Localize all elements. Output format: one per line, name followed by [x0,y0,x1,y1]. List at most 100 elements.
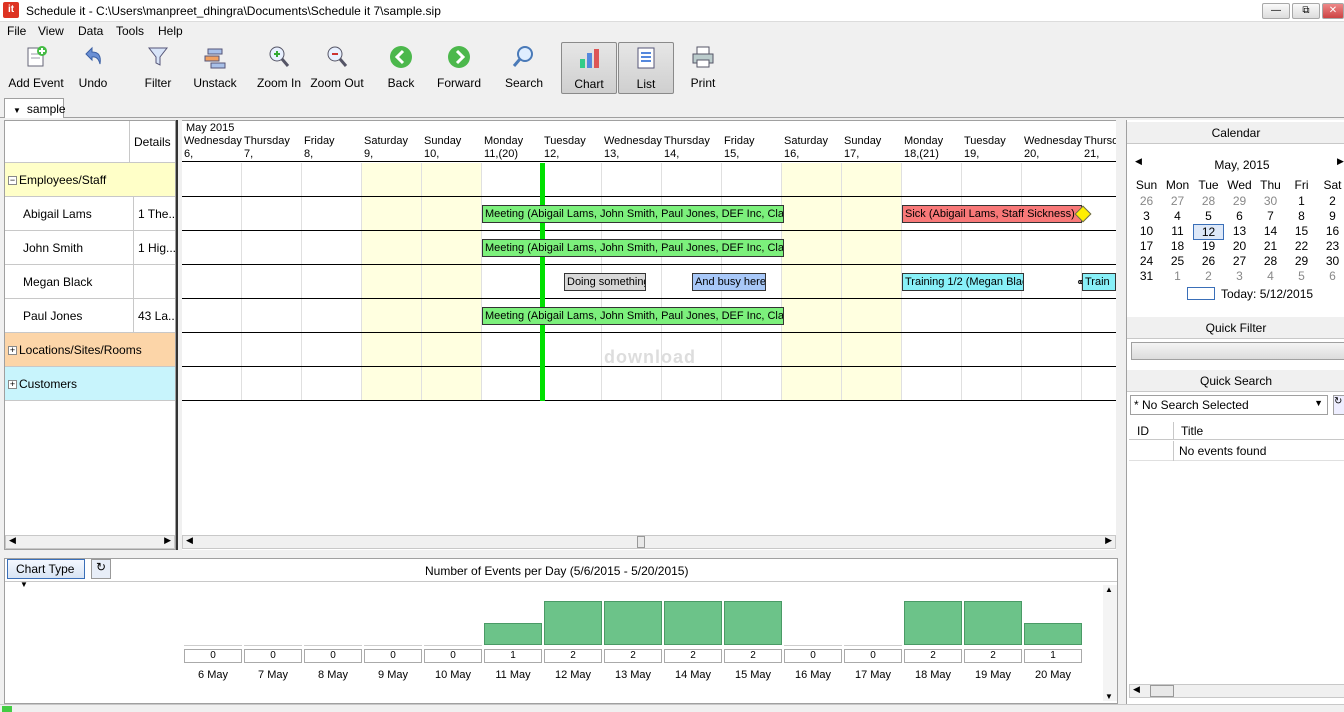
event-sick[interactable]: Sick (Abigail Lams, Staff Sickness) [902,205,1082,223]
minimize-button[interactable]: — [1262,3,1290,19]
scroll-up-icon[interactable]: ▲ [1105,585,1113,594]
collapse-icon[interactable]: − [8,176,17,185]
calendar-day[interactable]: 2 [1193,269,1224,283]
undo-button[interactable]: Undo [72,42,114,94]
event-doing-something[interactable]: Doing something [564,273,646,291]
filter-button[interactable]: Filter [138,42,178,94]
today-label[interactable]: Today: 5/12/2015 [1221,287,1313,301]
event-meeting[interactable]: Meeting (Abigail Lams, John Smith, Paul … [482,205,784,223]
calendar-day[interactable]: 15 [1286,224,1317,238]
event-meeting[interactable]: Meeting (Abigail Lams, John Smith, Paul … [482,307,784,325]
scroll-left-icon[interactable]: ◀ [1133,684,1140,695]
scroll-left-icon[interactable]: ◀ [9,535,16,546]
expand-icon[interactable]: + [8,346,17,355]
calendar-day[interactable]: 1 [1286,194,1317,208]
timeline-horizontal-scrollbar[interactable]: ◀ ▶ [182,535,1116,549]
event-training-2[interactable]: Train [1082,273,1116,291]
event-meeting[interactable]: Meeting (Abigail Lams, John Smith, Paul … [482,239,784,257]
calendar-day[interactable]: 27 [1224,254,1255,268]
search-refresh-icon[interactable]: ↻ [1333,395,1344,415]
calendar-day[interactable]: 4 [1255,269,1286,283]
prev-month-icon[interactable]: ◀ [1135,156,1142,167]
calendar-day[interactable]: 21 [1255,239,1286,253]
calendar-day[interactable]: 24 [1131,254,1162,268]
calendar-day[interactable]: 9 [1317,209,1344,223]
scroll-right-icon[interactable]: ▶ [1105,535,1112,546]
quick-search-select[interactable]: * No Search Selected ▼ [1130,395,1328,415]
calendar-day[interactable]: 2 [1317,194,1344,208]
calendar-day[interactable]: 26 [1193,254,1224,268]
calendar-day[interactable]: 25 [1162,254,1193,268]
calendar-day[interactable]: 17 [1131,239,1162,253]
calendar-day[interactable]: 8 [1286,209,1317,223]
calendar-day[interactable]: 23 [1317,239,1344,253]
timeline-row-employees-staff[interactable] [182,163,1116,197]
menu-data[interactable]: Data [78,24,103,38]
calendar-day[interactable]: 12 [1193,224,1224,240]
calendar-day[interactable]: 26 [1131,194,1162,208]
next-month-icon[interactable]: ▶ [1337,156,1344,167]
calendar-day[interactable]: 6 [1224,209,1255,223]
event-training[interactable]: Training 1/2 (Megan Black [902,273,1024,291]
timeline-row-customers[interactable] [182,367,1116,401]
quick-filter-box[interactable] [1131,342,1344,360]
calendar-day[interactable]: 6 [1317,269,1344,283]
calendar-day[interactable]: 10 [1131,224,1162,238]
resource-row-megan-black[interactable]: Megan Black [5,265,175,299]
calendar-day[interactable]: 5 [1193,209,1224,223]
calendar-day[interactable]: 27 [1162,194,1193,208]
calendar-day[interactable]: 7 [1255,209,1286,223]
scroll-right-icon[interactable]: ▶ [164,535,171,546]
calendar-day[interactable]: 14 [1255,224,1286,238]
scroll-left-icon[interactable]: ◀ [186,535,193,546]
calendar-day[interactable]: 22 [1286,239,1317,253]
scroll-down-icon[interactable]: ▼ [1105,692,1113,701]
calendar-day[interactable]: 29 [1286,254,1317,268]
scroll-thumb[interactable] [1150,685,1174,697]
add-event-button[interactable]: Add Event [6,42,66,94]
results-horizontal-scrollbar[interactable]: ◀ [1129,684,1344,698]
grid-horizontal-scrollbar[interactable]: ◀ ▶ [5,535,175,549]
calendar-day[interactable]: 30 [1255,194,1286,208]
forward-button[interactable]: Forward [434,42,484,94]
close-button[interactable]: ✕ [1322,3,1344,19]
calendar-day[interactable]: 19 [1193,239,1224,253]
list-button[interactable]: List [618,42,674,94]
calendar-day[interactable]: 28 [1193,194,1224,208]
calendar-day[interactable]: 20 [1224,239,1255,253]
calendar-day[interactable]: 18 [1162,239,1193,253]
search-button[interactable]: Search [500,42,548,94]
group-employees-staff[interactable]: − Employees/Staff [5,163,175,197]
menu-tools[interactable]: Tools [116,24,144,38]
calendar-day[interactable]: 29 [1224,194,1255,208]
chart-vertical-scrollbar[interactable]: ▲ ▼ [1103,585,1117,701]
calendar-day[interactable]: 11 [1162,224,1193,238]
column-id[interactable]: ID [1137,424,1149,438]
group-customers[interactable]: + Customers [5,367,175,401]
calendar-day[interactable]: 4 [1162,209,1193,223]
calendar-day[interactable]: 5 [1286,269,1317,283]
column-title[interactable]: Title [1181,424,1203,438]
calendar-day[interactable]: 28 [1255,254,1286,268]
zoom-out-button[interactable]: Zoom Out [310,42,364,94]
calendar-day[interactable]: 1 [1162,269,1193,283]
chart-button[interactable]: Chart [561,42,617,94]
back-button[interactable]: Back [380,42,422,94]
group-locations-sites-rooms[interactable]: + Locations/Sites/Rooms [5,333,175,367]
unstack-button[interactable]: Unstack [190,42,240,94]
expand-icon[interactable]: + [8,380,17,389]
details-column-header[interactable]: Details [129,121,175,163]
event-busy[interactable]: And busy here [692,273,766,291]
maximize-button[interactable]: ⧉ [1292,3,1320,19]
resource-row-abigail-lams[interactable]: Abigail Lams 1 The... [5,197,175,231]
menu-help[interactable]: Help [158,24,183,38]
menu-file[interactable]: File [7,24,26,38]
calendar-day[interactable]: 3 [1224,269,1255,283]
calendar-day[interactable]: 16 [1317,224,1344,238]
calendar-day[interactable]: 3 [1131,209,1162,223]
tab-sample[interactable]: ▼ sample [4,98,66,118]
calendar-day[interactable]: 13 [1224,224,1255,238]
calendar-day[interactable]: 31 [1131,269,1162,283]
scroll-thumb[interactable] [637,536,645,548]
resource-row-paul-jones[interactable]: Paul Jones 43 La... [5,299,175,333]
